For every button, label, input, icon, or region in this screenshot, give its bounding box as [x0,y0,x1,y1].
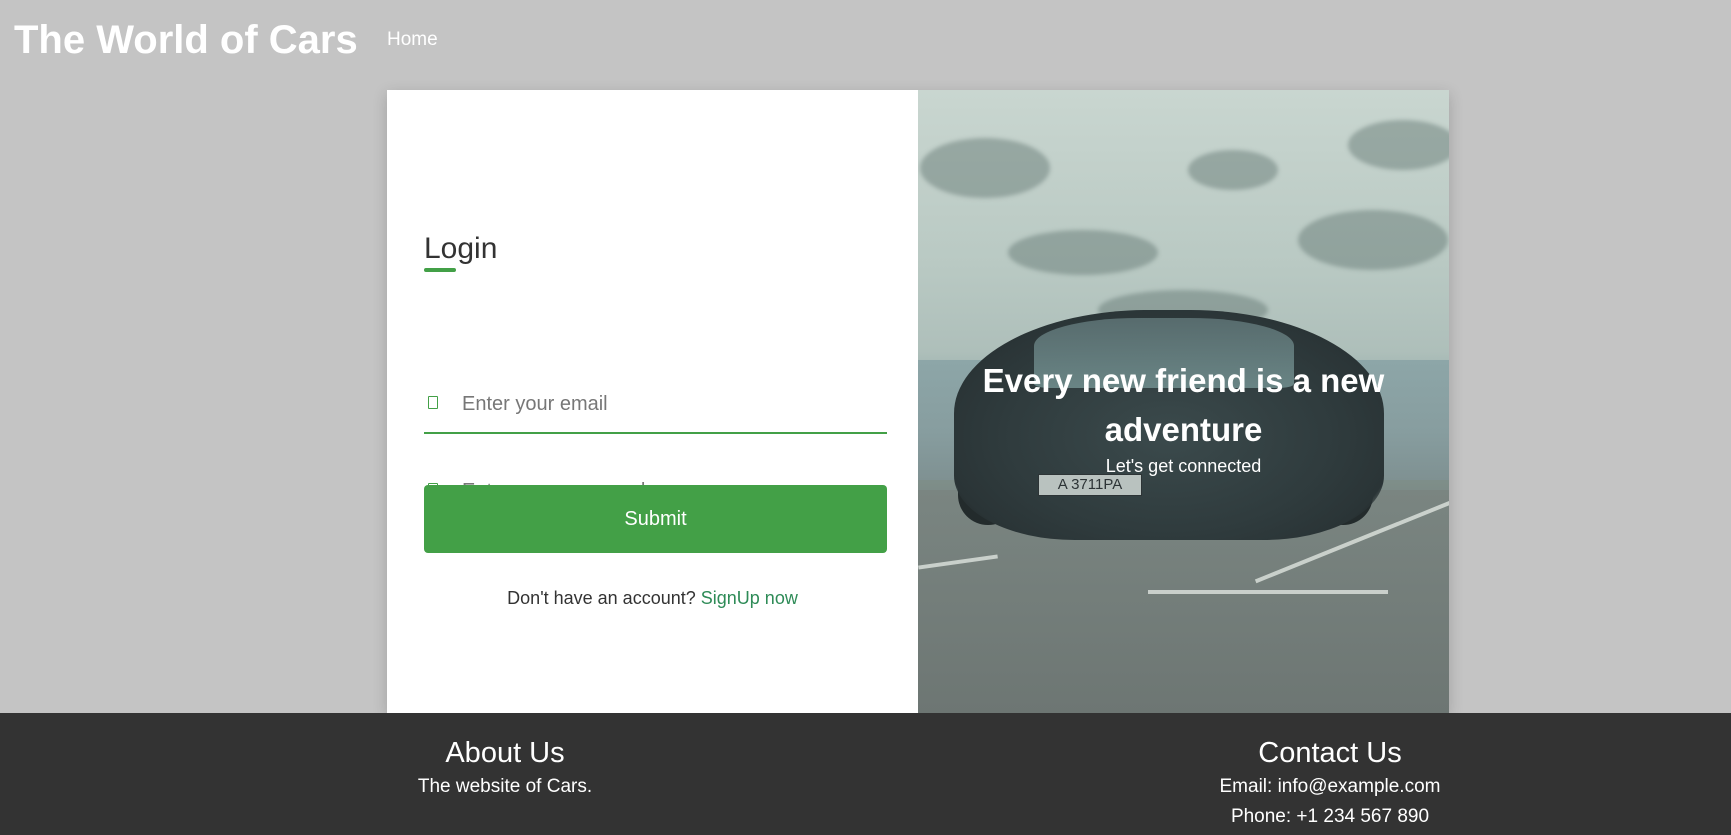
signup-row: Don't have an account? SignUp now [387,586,918,610]
top-navbar: The World of Cars Home [0,0,1731,80]
login-title-underline [424,268,456,272]
nav-home-link[interactable]: Home [387,28,438,52]
hero-subheading: Let's get connected [1105,456,1262,476]
login-card: Login Submit Don't have an account? Sign… [387,90,1449,713]
envelope-icon [428,396,438,409]
email-field-wrapper [424,376,887,434]
submit-button[interactable]: Submit [424,485,887,553]
site-title: The World of Cars [14,18,358,62]
cloud-shape [1188,150,1278,190]
login-form-pane: Login Submit Don't have an account? Sign… [387,90,918,713]
footer-contact: Contact Us Email: info@example.com Phone… [1180,737,1480,829]
footer: About Us The website of Cars. Contact Us… [0,713,1731,835]
login-title: Login [424,232,498,265]
footer-contact-phone: Phone: +1 234 567 890 [1230,806,1430,827]
cloud-shape [920,138,1050,198]
hero-image-pane: A 3711PA Every new friend is a new adven… [918,90,1449,713]
footer-about-title: About Us [445,737,565,769]
footer-contact-title: Contact Us [1258,737,1402,769]
footer-about: About Us The website of Cars. [380,737,630,799]
cloud-shape [1348,120,1449,170]
hero-heading: Every new friend is a new adventure [982,362,1385,448]
signup-prompt: Don't have an account? [507,588,696,608]
car-license-plate: A 3711PA [1038,474,1142,496]
cloud-shape [1298,210,1448,270]
footer-about-text: The website of Cars. [417,776,593,797]
cloud-shape [1008,230,1158,275]
email-input[interactable] [454,376,884,432]
parking-line [1148,590,1388,594]
signup-link[interactable]: SignUp now [701,588,798,608]
footer-contact-email: Email: info@example.com [1219,776,1441,797]
